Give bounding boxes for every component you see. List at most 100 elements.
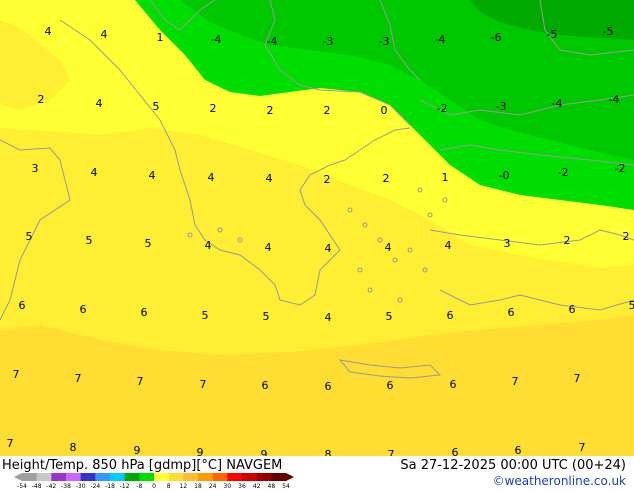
temp-label: 5 <box>263 310 270 323</box>
valid-time: Sa 27-12-2025 00:00 UTC (00+24) <box>400 458 626 473</box>
temp-label: 4 <box>96 97 103 110</box>
temp-label: 4 <box>101 28 108 41</box>
colorbar-segment <box>22 473 38 481</box>
temp-label: 4 <box>208 171 215 184</box>
temp-label: -2 <box>558 166 569 179</box>
temp-label: 5 <box>26 230 33 243</box>
temp-label: 1 <box>157 31 164 44</box>
colorbar-segment <box>110 473 126 481</box>
colorbar-segment <box>227 473 243 481</box>
temp-label: 7 <box>137 375 144 388</box>
temp-label: 7 <box>200 378 207 391</box>
temp-label: 7 <box>7 437 14 450</box>
temp-label: 4 <box>445 239 452 252</box>
temp-label: 1 <box>442 171 449 184</box>
colorbar-tick-label: -24 <box>90 483 101 490</box>
weather-map: 4 4 1 -4 -4 -3 -3 -4 -6 -5 -5 2 4 5 2 2 2 0 -2 -3 -4 -4 3 4 4 4 4 2… <box>0 0 634 456</box>
temp-label: 5 <box>202 309 209 322</box>
temp-label: 7 <box>512 375 519 388</box>
temp-label: 7 <box>75 372 82 385</box>
colorbar-tick-label: -30 <box>75 483 86 490</box>
colorbar-tick-label: 18 <box>194 483 202 490</box>
temp-label: 6 <box>141 306 148 319</box>
temp-label: 6 <box>452 446 459 456</box>
temp-label: 4 <box>385 241 392 254</box>
temp-label: 4 <box>45 25 52 38</box>
colorbar-tick-label: 24 <box>208 483 217 490</box>
temp-label: 8 <box>325 448 332 456</box>
colorbar-segment <box>124 473 140 481</box>
colorbar-tick-label: -8 <box>136 483 143 490</box>
map-title: Height/Temp. 850 hPa [gdmp][°C] NAVGEM <box>2 458 283 473</box>
colorbar-segment <box>198 473 214 481</box>
temp-label: 0 <box>381 104 388 117</box>
temp-label: -4 <box>609 93 620 106</box>
colorbar-tick-label: 30 <box>223 483 232 490</box>
colorbar-segment <box>36 473 52 481</box>
colorbar-segment <box>212 473 228 481</box>
temp-label: 8 <box>70 441 77 454</box>
colorbar-tick-label: 12 <box>179 483 188 490</box>
temp-label: 3 <box>32 162 39 175</box>
colorbar-tick-label: -48 <box>31 483 42 490</box>
colorbar-segment <box>51 473 67 481</box>
colorbar-segment <box>271 473 287 481</box>
temp-label: -6 <box>491 31 502 44</box>
colorbar-tick-label: 8 <box>166 483 171 490</box>
temp-label: 5 <box>153 100 160 113</box>
temp-label: -2 <box>437 102 448 115</box>
temp-label: 6 <box>450 378 457 391</box>
colorbar-segment <box>168 473 184 481</box>
temp-label: 6 <box>19 299 26 312</box>
colorbar-tick-label: 36 <box>238 483 246 490</box>
temp-label: -2 <box>615 162 626 175</box>
temp-label: -5 <box>603 25 614 38</box>
temp-label: -4 <box>435 33 446 46</box>
temp-label: 7 <box>13 368 20 381</box>
colorbar-segment <box>66 473 82 481</box>
colorbar-arrow-left <box>14 473 22 481</box>
credit-link[interactable]: ©weatheronline.co.uk <box>493 474 626 488</box>
colorbar-tick-label: -54 <box>17 483 27 490</box>
temp-label: -3 <box>323 35 334 48</box>
colorbar-segment <box>95 473 111 481</box>
temp-label: 4 <box>325 311 332 324</box>
temp-label: 4 <box>266 172 273 185</box>
colorbar-tick-label: -42 <box>46 483 57 490</box>
temp-label: -4 <box>267 35 278 48</box>
temp-label: 6 <box>325 380 332 393</box>
temp-label: 6 <box>387 379 394 392</box>
colorbar-segment <box>139 473 155 481</box>
temp-label: 2 <box>324 173 331 186</box>
temp-label: 2 <box>324 104 331 117</box>
temp-label: -3 <box>379 35 390 48</box>
colorbar-tick-label: 0 <box>152 483 156 490</box>
temp-label: 7 <box>579 441 586 454</box>
temp-label: 7 <box>574 372 581 385</box>
temp-label: 5 <box>86 234 93 247</box>
temp-label: 6 <box>508 306 515 319</box>
colorbar-tick-label: 42 <box>252 483 261 490</box>
temp-label: 2 <box>210 102 217 115</box>
colorbar-tick-label: -38 <box>61 483 71 490</box>
temp-label: 7 <box>388 448 395 456</box>
temp-label: 2 <box>383 172 390 185</box>
color-scale <box>14 473 294 481</box>
temp-label: 6 <box>515 444 522 456</box>
colorbar-segment <box>80 473 96 481</box>
colorbar-tick-label: -18 <box>105 483 115 490</box>
colorbar-segment <box>183 473 199 481</box>
colorbar-tick-label: 54 <box>282 483 290 490</box>
temp-label: 2 <box>267 104 274 117</box>
temp-label: -4 <box>552 97 563 110</box>
temp-label: -0 <box>499 169 510 182</box>
color-scale-ticks: -54 -48 -42 -38 -30 -24 -18 -12 -8 0 8 12 18 24 30 36 42… <box>0 484 300 490</box>
temp-label: 4 <box>205 239 212 252</box>
temp-label: -4 <box>211 33 222 46</box>
colorbar-arrow-right <box>286 473 294 481</box>
temp-label: 6 <box>569 303 576 316</box>
temp-label: 2 <box>38 93 45 106</box>
map-footer: Height/Temp. 850 hPa [gdmp][°C] NAVGEM S… <box>0 456 634 490</box>
temp-label: -3 <box>496 100 507 113</box>
temp-label: 9 <box>261 448 268 456</box>
